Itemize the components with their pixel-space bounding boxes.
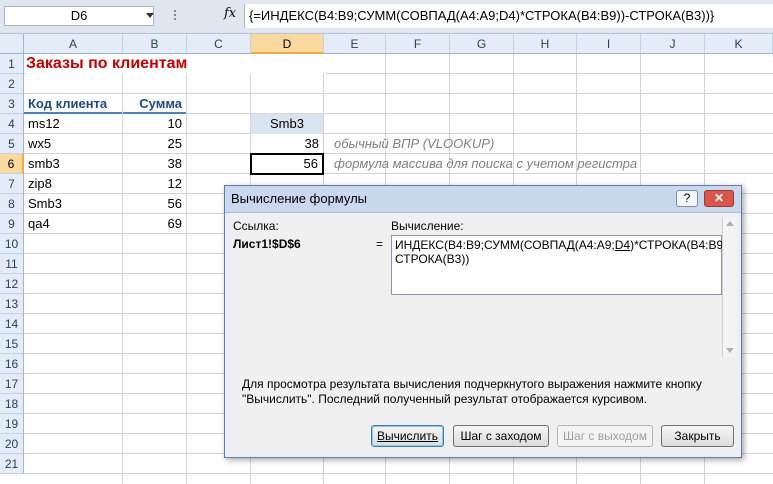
column-header-a[interactable]: A: [24, 34, 123, 54]
column-header-h[interactable]: H: [514, 34, 577, 54]
evaluate-formula-dialog: Вычисление формулы ? ✕ Ссылка: Лист1!$D$…: [224, 185, 742, 458]
column-header-c[interactable]: C: [187, 34, 251, 54]
evaluation-label: Вычисление:: [391, 219, 464, 233]
dialog-title-bar[interactable]: Вычисление формулы ? ✕: [225, 186, 741, 213]
step-in-button[interactable]: Шаг с заходом: [453, 425, 549, 447]
row-header-14[interactable]: 14: [0, 314, 24, 334]
row-header-20[interactable]: 20: [0, 434, 24, 454]
info-line-2: "Вычислить". Последний полученный резуль…: [242, 392, 648, 406]
name-box-value: D6: [70, 8, 88, 23]
eval-text-underlined: D4: [614, 238, 631, 252]
row-header-21[interactable]: 21: [0, 454, 24, 474]
header-sum[interactable]: Сумма: [123, 94, 186, 114]
dialog-title: Вычисление формулы: [231, 191, 368, 206]
row-header-9[interactable]: 9: [0, 214, 24, 234]
column-header-j[interactable]: J: [641, 34, 705, 54]
column-header-e[interactable]: E: [324, 34, 386, 54]
evaluation-box[interactable]: ИНДЕКС(B4:B9;СУММ(СОВПАД(A4:A9;D4)*СТРОК…: [391, 235, 735, 295]
row-header-18[interactable]: 18: [0, 394, 24, 414]
formula-bar: D6 fx {=ИНДЕКС(B4:B9;СУММ(СОВПАД(A4:A9;D…: [0, 0, 773, 34]
cell-a9[interactable]: qa4: [24, 214, 122, 234]
sheet-title[interactable]: Заказы по клиентам: [26, 54, 326, 74]
cell-d4-lookup-key[interactable]: Smb3: [251, 114, 323, 134]
cell-a6[interactable]: smb3: [24, 154, 122, 174]
evaluate-button-label: Вычислить: [376, 429, 439, 443]
name-box[interactable]: D6: [4, 6, 154, 26]
row-header-8[interactable]: 8: [0, 194, 24, 214]
gridline: [186, 54, 187, 484]
gridline: [24, 473, 773, 474]
scroll-down-icon[interactable]: [726, 348, 734, 353]
scroll-up-icon[interactable]: [726, 221, 734, 226]
help-button[interactable]: ?: [676, 190, 698, 207]
column-header-k[interactable]: K: [705, 34, 773, 54]
column-header-g[interactable]: G: [450, 34, 514, 54]
row-header-15[interactable]: 15: [0, 334, 24, 354]
row-header-10[interactable]: 10: [0, 234, 24, 254]
row-header-4[interactable]: 4: [0, 114, 24, 134]
eval-text-line2: СТРОКА(B3)): [395, 252, 470, 266]
cell-b5[interactable]: 25: [123, 134, 186, 154]
eval-text-pre: ИНДЕКС(B4:B9;СУММ(СОВПАД(A4:A9;: [395, 238, 615, 252]
cell-b4[interactable]: 10: [123, 114, 186, 134]
close-button[interactable]: Закрыть: [661, 425, 734, 447]
column-header-b[interactable]: B: [123, 34, 187, 54]
cell-d5[interactable]: 38: [251, 134, 323, 154]
row-header-3[interactable]: 3: [0, 94, 24, 114]
evaluation-scrollbar[interactable]: [722, 217, 737, 357]
row-header-6[interactable]: 6: [0, 154, 24, 174]
close-icon[interactable]: ✕: [704, 190, 734, 207]
insert-function-button[interactable]: fx: [224, 6, 236, 21]
cell-a4[interactable]: ms12: [24, 114, 122, 134]
cell-d6-active[interactable]: 56: [250, 153, 324, 175]
column-header-f[interactable]: F: [386, 34, 450, 54]
note-array-formula[interactable]: формула массива для поиска с учетом реги…: [330, 154, 730, 174]
reference-value: Лист1!$D$6: [233, 237, 301, 251]
info-text: Для просмотра результата вычисления подч…: [242, 377, 722, 407]
row-header-1[interactable]: 1: [0, 54, 24, 74]
cell-a8[interactable]: Smb3: [24, 194, 122, 214]
row-header-11[interactable]: 11: [0, 254, 24, 274]
column-header-i[interactable]: I: [577, 34, 641, 54]
cell-b9[interactable]: 69: [123, 214, 186, 234]
header-client-code[interactable]: Код клиента: [24, 94, 122, 114]
cell-b8[interactable]: 56: [123, 194, 186, 214]
row-header-16[interactable]: 16: [0, 354, 24, 374]
step-out-button[interactable]: Шаг с выходом: [557, 425, 653, 447]
resize-handle-icon[interactable]: [172, 8, 178, 24]
column-header-d[interactable]: D: [251, 34, 324, 54]
equals-sign: =: [376, 237, 384, 251]
row-header-19[interactable]: 19: [0, 414, 24, 434]
eval-text-post: )*СТРОКА(B4:B9))-: [630, 238, 736, 252]
row-header-13[interactable]: 13: [0, 294, 24, 314]
row-header-5[interactable]: 5: [0, 134, 24, 154]
evaluate-button[interactable]: Вычислить: [371, 425, 444, 447]
reference-label: Ссылка:: [233, 219, 279, 233]
note-vlookup[interactable]: обычный ВПР (VLOOKUP): [330, 134, 670, 154]
info-line-1: Для просмотра результата вычисления подч…: [242, 377, 702, 391]
select-all-corner[interactable]: [0, 34, 24, 54]
formula-input[interactable]: {=ИНДЕКС(B4:B9;СУММ(СОВПАД(A4:A9;D4)*СТР…: [244, 4, 773, 28]
cell-b6[interactable]: 38: [123, 154, 186, 174]
row-header-12[interactable]: 12: [0, 274, 24, 294]
chevron-down-icon[interactable]: [146, 13, 154, 18]
cell-a7[interactable]: zip8: [24, 174, 122, 194]
row-header-7[interactable]: 7: [0, 174, 24, 194]
row-header-17[interactable]: 17: [0, 374, 24, 394]
cell-a5[interactable]: wx5: [24, 134, 122, 154]
row-header-2[interactable]: 2: [0, 74, 24, 94]
cell-b7[interactable]: 12: [123, 174, 186, 194]
dialog-body: Ссылка: Лист1!$D$6 = Вычисление: ИНДЕКС(…: [230, 213, 737, 453]
